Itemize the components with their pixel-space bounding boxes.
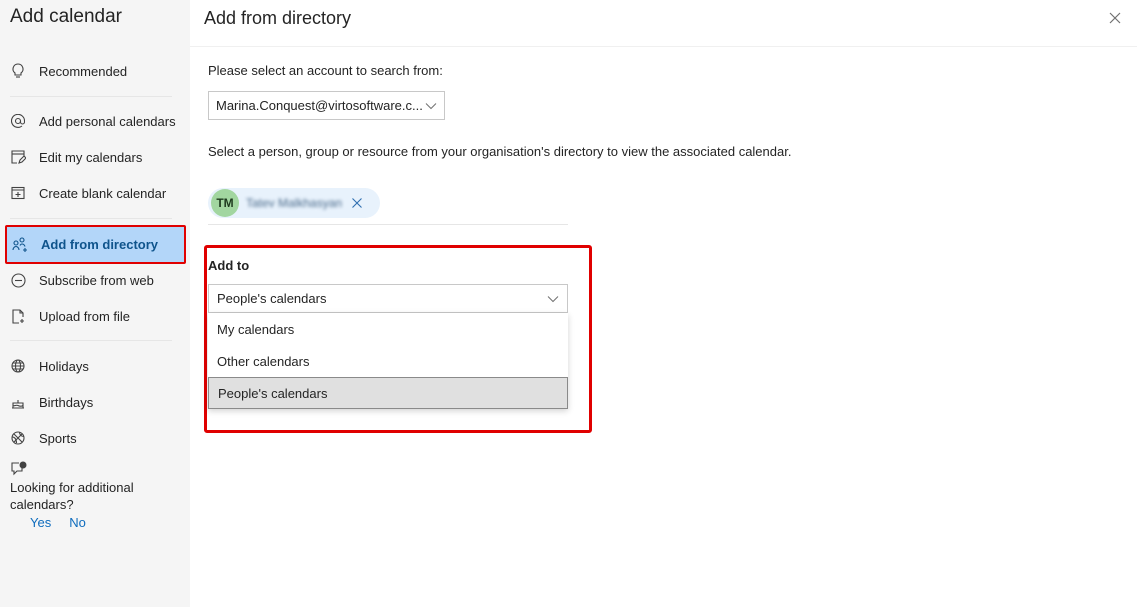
sidebar-item-label: Subscribe from web — [39, 272, 154, 288]
sidebar-divider — [10, 218, 172, 219]
add-to-select[interactable]: People's calendars — [208, 284, 568, 313]
sidebar-item-add-personal-calendars[interactable]: Add personal calendars — [5, 103, 186, 139]
remove-person-icon[interactable] — [351, 197, 363, 209]
account-select[interactable]: Marina.Conquest@virtosoftware.c... — [208, 91, 445, 120]
sidebar-item-sports[interactable]: Sports — [5, 420, 186, 456]
directory-prompt: Select a person, group or resource from … — [208, 144, 792, 159]
account-select-value: Marina.Conquest@virtosoftware.c... — [216, 98, 423, 113]
sidebar-item-add-from-directory[interactable]: Add from directory — [5, 225, 186, 264]
close-icon[interactable] — [1107, 10, 1123, 26]
feedback-yes-link[interactable]: Yes — [30, 515, 51, 530]
feedback-question: Looking for additional calendars? — [10, 480, 134, 512]
sidebar-divider — [10, 96, 172, 97]
people-add-icon — [12, 237, 28, 253]
header-divider — [190, 46, 1137, 47]
add-to-select-value: People's calendars — [217, 291, 327, 306]
selected-person-chip[interactable]: TM Tatev Malkhasyan — [208, 188, 380, 218]
chevron-down-icon — [425, 102, 437, 109]
sidebar-item-label: Birthdays — [39, 394, 94, 410]
sidebar-item-label: Recommended — [39, 63, 128, 79]
sidebar-item-label: Add personal calendars — [39, 113, 176, 129]
sidebar-item-label: Create blank calendar — [39, 185, 167, 201]
globe-icon — [10, 358, 26, 374]
avatar: TM — [211, 189, 239, 217]
sidebar-item-subscribe-from-web[interactable]: Subscribe from web — [5, 262, 186, 298]
add-calendar-dialog: Add calendar Recommended Add personal ca… — [0, 0, 1137, 607]
person-name: Tatev Malkhasyan — [246, 196, 343, 210]
sidebar: Add calendar Recommended Add personal ca… — [0, 0, 190, 607]
add-to-dropdown-list: My calendars Other calendars People's ca… — [208, 313, 568, 409]
sidebar-divider — [10, 340, 172, 341]
sidebar-item-label: Upload from file — [39, 308, 131, 324]
sidebar-item-label: Add from directory — [41, 237, 159, 252]
sidebar-item-birthdays[interactable]: Birthdays — [5, 384, 186, 420]
at-sign-icon — [10, 113, 26, 129]
feedback-no-link[interactable]: No — [69, 515, 86, 530]
feedback-section: Looking for additional calendars? Yes No — [10, 461, 150, 531]
dropdown-option-my-calendars[interactable]: My calendars — [208, 313, 568, 345]
chat-alert-icon — [10, 461, 150, 479]
page-title: Add from directory — [204, 8, 352, 28]
sidebar-item-label: Holidays — [39, 358, 89, 374]
add-to-label: Add to — [208, 258, 250, 273]
sidebar-item-recommended[interactable]: Recommended — [5, 53, 186, 89]
document-add-icon — [10, 308, 26, 324]
link-circle-icon — [10, 272, 26, 288]
account-prompt: Please select an account to search from: — [208, 63, 443, 78]
dropdown-option-other-calendars[interactable]: Other calendars — [208, 345, 568, 377]
chevron-down-icon — [547, 295, 559, 302]
lightbulb-icon — [10, 63, 26, 79]
sidebar-title: Add calendar — [10, 6, 122, 27]
sidebar-item-label: Edit my calendars — [39, 149, 143, 165]
sidebar-item-holidays[interactable]: Holidays — [5, 348, 186, 384]
edit-calendar-icon — [10, 149, 26, 165]
dropdown-option-peoples-calendars[interactable]: People's calendars — [208, 377, 568, 409]
cake-icon — [10, 394, 26, 410]
main-panel: Add from directory Please select an acco… — [190, 0, 1137, 607]
sports-ball-icon — [10, 430, 26, 446]
sidebar-item-label: Sports — [39, 430, 77, 446]
calendar-add-icon — [10, 185, 26, 201]
sidebar-item-edit-my-calendars[interactable]: Edit my calendars — [5, 139, 186, 175]
sidebar-item-create-blank-calendar[interactable]: Create blank calendar — [5, 175, 186, 211]
sidebar-item-upload-from-file[interactable]: Upload from file — [5, 298, 186, 334]
people-picker-underline — [208, 224, 568, 225]
